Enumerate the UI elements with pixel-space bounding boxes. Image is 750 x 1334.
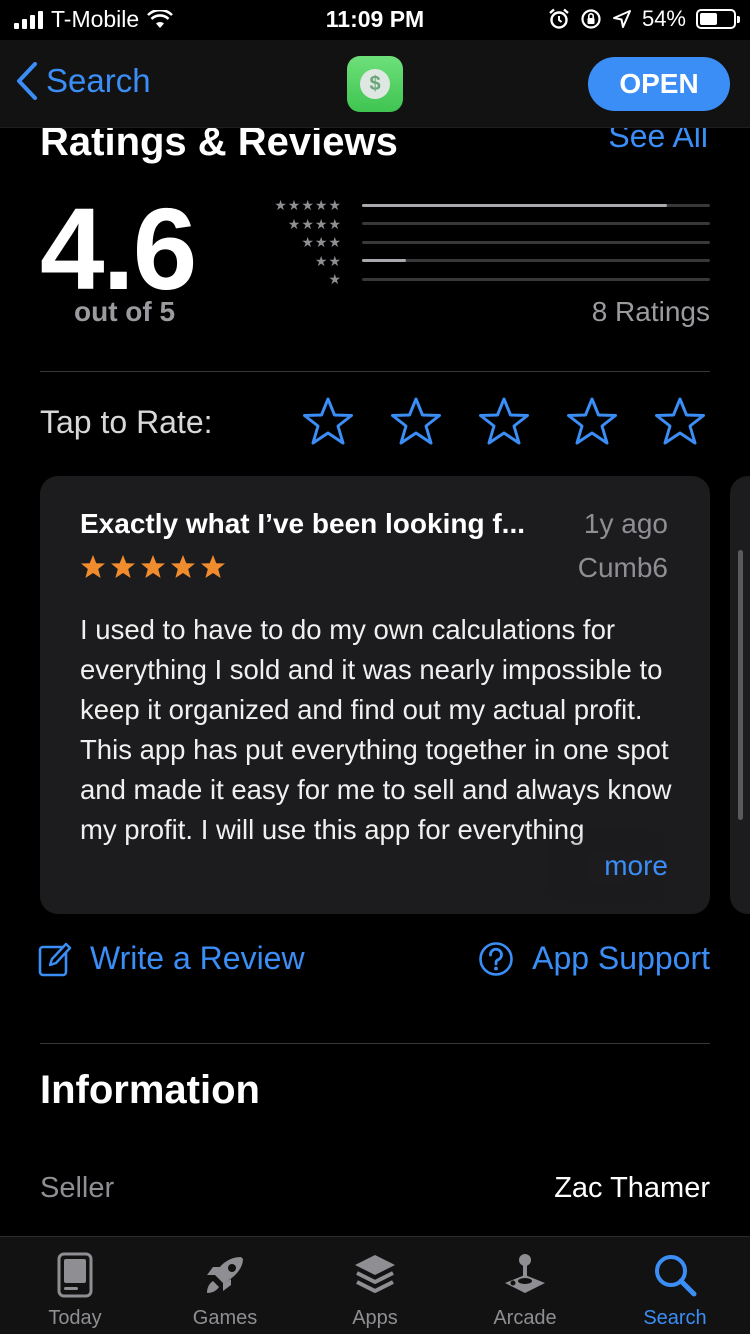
tab-arcade[interactable]: Arcade	[450, 1237, 600, 1334]
review-date: 1y ago	[583, 508, 668, 539]
navigation-bar: Search $ OPEN	[0, 40, 750, 128]
today-icon	[57, 1252, 93, 1298]
status-icons: 54%	[548, 6, 740, 32]
tap-to-rate-stars	[302, 396, 706, 448]
review-star-rating	[80, 554, 226, 580]
seller-value: Zac Thamer	[554, 1172, 710, 1204]
divider	[40, 371, 710, 372]
search-icon	[655, 1255, 697, 1297]
alarm-icon	[549, 8, 569, 29]
location-icon	[612, 10, 631, 28]
scroll-indicator	[738, 550, 743, 820]
question-circle-icon	[479, 941, 513, 976]
battery-icon	[696, 9, 740, 29]
out-of-label: out of 5	[74, 296, 176, 327]
tab-games[interactable]: Games	[150, 1237, 300, 1334]
histogram-star-label: ★★★	[301, 234, 342, 251]
dollar-icon: $	[360, 69, 390, 99]
star-outline-icon[interactable]	[566, 396, 618, 448]
review-body: I used to have to do my own calculations…	[80, 614, 672, 845]
tab-label: Apps	[352, 1307, 398, 1329]
app-support-label: App Support	[532, 940, 710, 976]
app-icon: $	[347, 56, 403, 112]
histogram-star-label: ★★	[314, 252, 342, 269]
star-filled-icon	[111, 555, 135, 578]
ratings-count: 8 Ratings	[591, 296, 710, 327]
tap-to-rate-label: Tap to Rate:	[40, 404, 213, 440]
rotation-lock-icon	[581, 9, 601, 29]
rating-histogram: ★★★★★ ★★★★ ★★★ ★★ ★	[270, 196, 710, 289]
back-label: Search	[46, 62, 151, 99]
star-filled-icon	[171, 555, 195, 578]
histogram-track	[362, 259, 710, 263]
histogram-track	[362, 203, 710, 207]
star-filled-icon	[81, 555, 105, 578]
open-button[interactable]: OPEN	[588, 57, 730, 111]
review-title: Exactly what I’ve been looking f...	[80, 508, 526, 539]
back-button[interactable]: Search	[16, 62, 151, 100]
histogram-track	[362, 222, 710, 226]
review-author: Cumb6	[577, 552, 668, 583]
star-filled-icon	[201, 555, 225, 578]
stack-icon	[355, 1255, 395, 1293]
histogram-row-1-star: ★	[270, 270, 710, 289]
histogram-row-3-star: ★★★	[270, 233, 710, 252]
histogram-track	[362, 240, 710, 244]
rocket-icon	[207, 1257, 243, 1293]
compose-icon	[38, 942, 72, 976]
tab-label: Arcade	[493, 1307, 557, 1329]
tab-apps[interactable]: Apps	[300, 1237, 450, 1334]
tab-label: Search	[643, 1307, 707, 1329]
app-support-button[interactable]: App Support	[478, 940, 710, 977]
histogram-row-5-star: ★★★★★	[270, 196, 710, 215]
write-review-button[interactable]: Write a Review	[38, 940, 305, 977]
information-title: Information	[40, 1068, 260, 1112]
status-bar: T-Mobile 11:09 PM 54%	[0, 0, 750, 40]
star-filled-icon	[141, 555, 165, 578]
star-outline-icon[interactable]	[478, 396, 530, 448]
histogram-star-label: ★	[328, 271, 342, 288]
histogram-bar	[362, 259, 406, 263]
battery-percent: 54%	[641, 6, 686, 31]
histogram-row-2-star: ★★	[270, 252, 710, 271]
chevron-left-icon	[17, 62, 37, 100]
star-outline-icon[interactable]	[302, 396, 354, 448]
histogram-star-label: ★★★★	[287, 215, 342, 232]
more-link[interactable]: more	[590, 850, 668, 882]
histogram-bar	[362, 203, 667, 207]
histogram-row-4-star: ★★★★	[270, 215, 710, 234]
tab-search[interactable]: Search	[600, 1237, 750, 1334]
tab-label: Today	[48, 1307, 102, 1329]
seller-label: Seller	[40, 1172, 115, 1204]
histogram-star-label: ★★★★★	[274, 197, 342, 214]
joystick-icon	[505, 1254, 545, 1293]
review-card[interactable]: Exactly what I’ve been looking f... 1y a…	[40, 476, 710, 914]
histogram-track	[362, 277, 710, 281]
tab-label: Games	[192, 1307, 258, 1329]
star-outline-icon[interactable]	[390, 396, 442, 448]
tab-today[interactable]: Today	[0, 1237, 150, 1334]
star-outline-icon[interactable]	[654, 396, 706, 448]
divider	[40, 1043, 710, 1044]
write-review-label: Write a Review	[90, 940, 305, 976]
tab-bar: Today Games Apps Arcade Search	[0, 1236, 750, 1334]
